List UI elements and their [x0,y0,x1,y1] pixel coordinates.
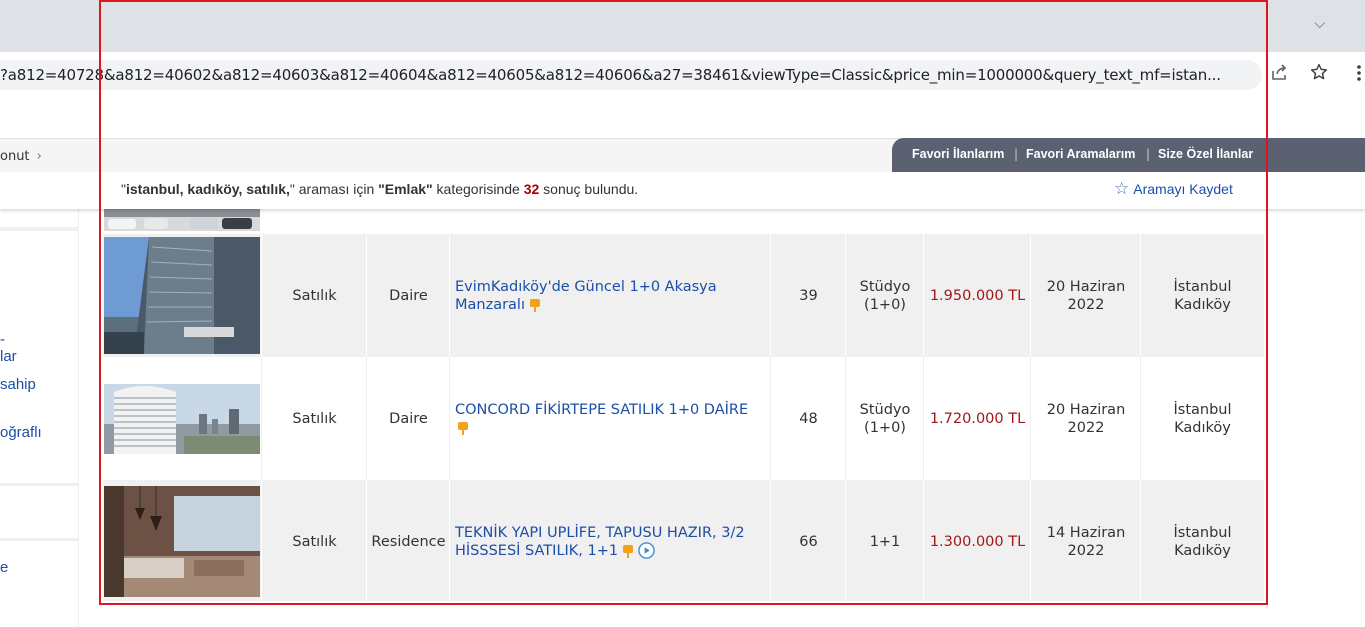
sidebar-link[interactable]: - [0,331,5,348]
listing-thumbnail[interactable] [104,209,260,231]
url-text[interactable]: ?a812=40728&a812=40602&a812=40603&a812=4… [0,66,1256,84]
featured-pin-icon [530,298,540,312]
sidebar-link[interactable]: oğraflı [0,424,42,441]
search-category: Emlak [384,181,427,197]
listing-area-m2: 66 [770,480,846,601]
listing-status: Satılık [261,357,367,480]
breadcrumb-item[interactable]: onut › [0,149,42,164]
save-search-button[interactable]: ☆ Aramayı Kaydet [1114,179,1233,199]
listing-status: Satılık [261,480,367,601]
table-row[interactable]: Satılık Daire CONCORD FİKİRTEPE SATILIK … [103,357,1264,480]
favorites-bar: Favori İlanlarım | Favori Aramalarım | S… [892,138,1365,173]
listing-price: 1.950.000 TL [923,234,1031,357]
listing-status: Satılık [261,234,367,357]
bookmark-star-icon[interactable] [1310,63,1328,86]
browser-tab-strip: ⌵ [0,0,1365,52]
breadcrumb-chevron-icon: › [36,149,42,164]
left-sidebar: - lar sahip oğraflı e [0,209,79,627]
page-top-area [0,98,1365,138]
sidebar-panel: e [0,541,78,627]
featured-pin-icon [623,544,634,558]
address-bar[interactable]: ?a812=40728&a812=40602&a812=40603&a812=4… [0,60,1262,90]
listing-rooms: Stüdyo (1+0) [845,234,924,357]
video-play-icon[interactable] [638,542,655,559]
table-row[interactable]: Satılık Daire EvimKadıköy'de Güncel 1+0 … [103,234,1264,357]
listing-type: Daire [366,357,450,480]
result-summary: "istanbul, kadıköy, satılık," araması iç… [121,181,639,197]
listing-price: 1.720.000 TL [923,357,1031,480]
listing-location: İstanbul Kadıköy [1140,480,1264,601]
sidebar-link[interactable]: sahip [0,376,36,393]
listing-thumbnail[interactable] [104,237,260,354]
listing-type: Daire [366,234,450,357]
listing-title-link[interactable]: EvimKadıköy'de Güncel 1+0 Akasya Manzara… [449,234,771,357]
listing-type: Residence [366,480,450,601]
favorite-listings-link[interactable]: Favori İlanlarım [912,147,1004,161]
sidebar-panel: - lar sahip oğraflı [0,231,78,483]
result-summary-bar: "istanbul, kadıköy, satılık," araması iç… [0,172,1365,209]
sidebar-link[interactable]: e [0,559,8,576]
result-count: 32 [523,181,540,197]
tab-search-chevron-icon[interactable]: ⌵ [1314,16,1325,32]
listing-location: İstanbul Kadıköy [1140,357,1264,480]
special-listings-link[interactable]: Size Özel İlanlar [1158,147,1253,161]
separator: | [1014,147,1019,161]
table-row[interactable]: Satılık Residence TEKNİK YAPI UPLİFE, TA… [103,480,1264,601]
star-outline-icon: ☆ [1114,179,1130,198]
search-query: istanbul, kadıköy, satılık, [125,181,290,197]
listing-rooms: 1+1 [845,480,924,601]
listing-location: İstanbul Kadıköy [1140,234,1264,357]
breadcrumb-label[interactable]: onut [0,149,30,164]
listing-table: Satılık Daire EvimKadıköy'de Güncel 1+0 … [103,209,1264,601]
listing-title-link[interactable]: CONCORD FİKİRTEPE SATILIK 1+0 DAİRE [449,357,771,480]
listing-rooms: Stüdyo (1+0) [845,357,924,480]
listing-title-link[interactable]: TEKNİK YAPI UPLİFE, TAPUSU HAZIR, 3/2 Hİ… [449,480,771,601]
featured-pin-icon [458,421,468,435]
table-row[interactable] [103,209,1264,232]
browser-toolbar: ?a812=40728&a812=40602&a812=40603&a812=4… [0,52,1365,98]
separator: | [1146,147,1151,161]
save-search-label[interactable]: Aramayı Kaydet [1133,181,1233,197]
listing-thumbnail[interactable] [104,384,260,454]
share-icon[interactable] [1270,63,1288,86]
listing-date: 20 Haziran 2022 [1030,357,1141,480]
sidebar-panel [0,209,78,227]
browser-menu-icon[interactable] [1356,63,1362,85]
listing-price: 1.300.000 TL [923,480,1031,601]
listing-thumbnail[interactable] [104,486,260,597]
listing-area-m2: 39 [770,234,846,357]
listing-date: 20 Haziran 2022 [1030,234,1141,357]
listing-date: 14 Haziran 2022 [1030,480,1141,601]
listing-area-m2: 48 [770,357,846,480]
sidebar-link[interactable]: lar [0,348,17,365]
sidebar-panel [0,486,78,538]
favorite-searches-link[interactable]: Favori Aramalarım [1026,147,1135,161]
